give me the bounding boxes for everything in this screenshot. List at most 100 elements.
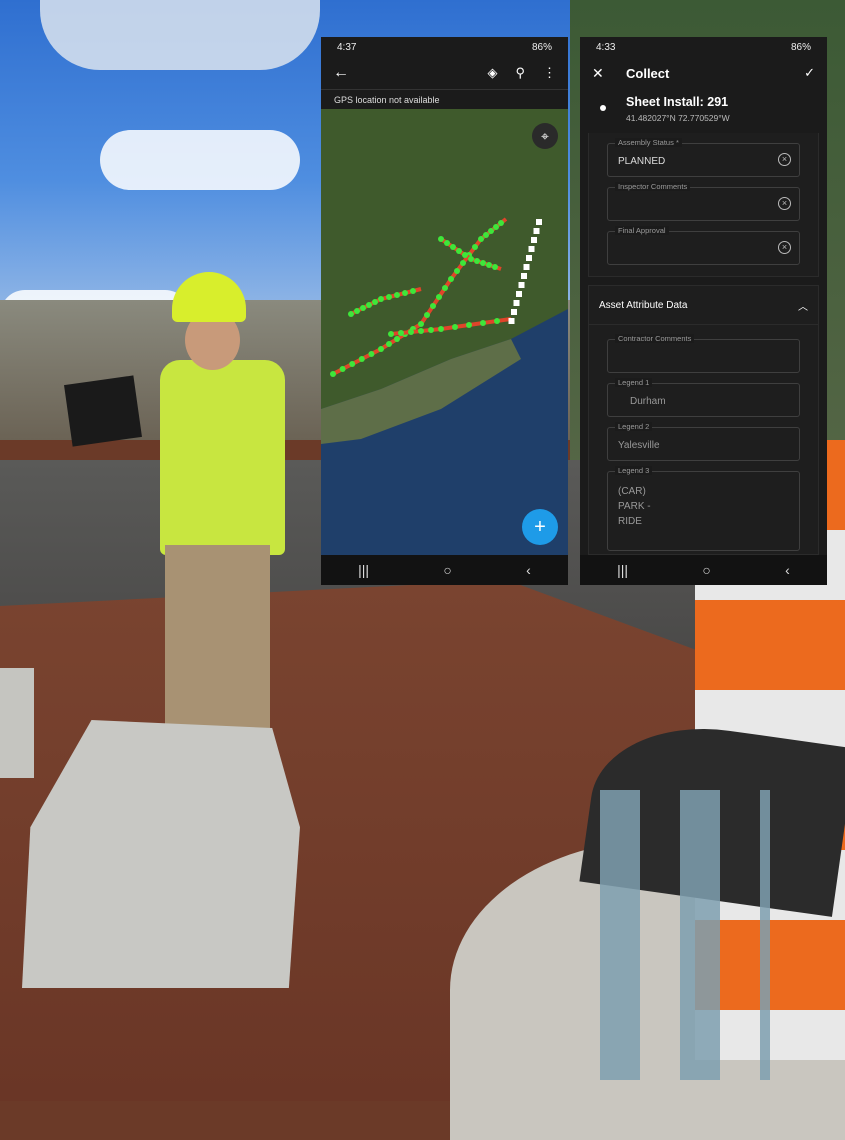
asset-point[interactable] [386,294,392,300]
clear-icon[interactable]: × [778,197,791,210]
bolts [580,790,770,1080]
asset-point-unmapped[interactable] [533,228,540,234]
final-approval-field[interactable]: Final Approval × [607,226,800,265]
asset-point[interactable] [394,292,400,298]
asset-point[interactable] [472,244,478,250]
assembly-status-field[interactable]: Assembly Status * PLANNED × [607,138,800,177]
feature-title: Sheet Install: 291 [626,95,729,109]
status-time: 4:37 [337,41,357,53]
asset-point[interactable] [438,236,444,242]
asset-point[interactable] [450,244,456,250]
clear-icon[interactable]: × [778,153,791,166]
legend-3-field[interactable]: Legend 3 (CAR) PARK - RIDE [607,466,800,551]
recents-button[interactable]: ||| [617,562,628,578]
asset-point[interactable] [402,290,408,296]
map-view[interactable]: ⌖ + [321,109,568,555]
asset-point[interactable] [480,260,486,266]
asset-point[interactable] [410,288,416,294]
inspector-comments-field[interactable]: Inspector Comments × [607,182,800,221]
back-button[interactable]: ‹ [526,562,531,578]
asset-point[interactable] [349,361,356,367]
asset-point[interactable] [488,228,494,234]
asset-point[interactable] [436,294,442,300]
asset-point-unmapped[interactable] [516,291,522,297]
back-arrow-icon[interactable]: ← [333,64,349,82]
asset-point-unmapped[interactable] [518,282,525,288]
check-icon[interactable]: ✓ [804,65,815,81]
asset-point[interactable] [468,256,474,262]
asset-point[interactable] [454,268,460,274]
asset-point[interactable] [430,303,436,309]
add-button[interactable]: + [522,509,558,545]
tablet [64,375,142,447]
asset-point[interactable] [378,296,384,302]
home-button[interactable]: ○ [443,562,451,578]
recents-button[interactable]: ||| [358,562,369,578]
status-time: 4:33 [596,41,616,53]
satellite-map [321,109,568,555]
asset-point[interactable] [492,264,498,270]
asset-point[interactable] [460,260,466,266]
asset-point[interactable] [486,262,492,268]
asset-point-unmapped[interactable] [511,309,517,315]
search-icon[interactable]: ⚲ [515,65,525,81]
asset-point[interactable] [339,366,346,372]
asset-point[interactable] [444,240,450,246]
legend-1-field[interactable]: Legend 1 Durham [607,378,800,417]
asset-point[interactable] [348,311,354,317]
asset-point[interactable] [478,236,484,242]
asset-point[interactable] [418,321,424,327]
more-vert-icon[interactable]: ⋮ [543,65,556,81]
asset-point[interactable] [394,336,400,342]
asset-point-unmapped[interactable] [536,219,542,225]
asset-point[interactable] [498,220,504,226]
asset-point[interactable] [408,329,414,335]
asset-point-unmapped[interactable] [523,264,530,270]
asset-point[interactable] [360,305,366,311]
asset-point-unmapped[interactable] [528,246,535,252]
asset-point[interactable] [448,276,454,282]
contractor-comments-field[interactable]: Contractor Comments [607,334,800,373]
asset-point[interactable] [480,320,486,326]
asset-point-unmapped[interactable] [508,318,515,324]
asset-point[interactable] [494,318,500,324]
person-legs [165,545,270,730]
asset-point[interactable] [438,326,444,332]
asset-point[interactable] [493,224,499,230]
asset-point[interactable] [372,299,378,305]
asset-point[interactable] [452,324,458,330]
asset-point-unmapped[interactable] [531,237,537,243]
asset-point[interactable] [388,331,394,337]
asset-point[interactable] [474,258,480,264]
asset-point[interactable] [378,346,384,352]
asset-point-unmapped[interactable] [513,300,520,306]
legend-2-field[interactable]: Legend 2 Yalesville [607,422,800,461]
page-title: Collect [626,65,670,81]
back-button[interactable]: ‹ [785,562,790,578]
asset-point[interactable] [368,351,375,357]
asset-point-unmapped[interactable] [526,255,532,261]
asset-point[interactable] [398,330,404,336]
asset-point[interactable] [386,341,392,347]
asset-point[interactable] [424,312,430,318]
asset-point-unmapped[interactable] [521,273,527,279]
asset-point[interactable] [418,328,424,334]
clear-icon[interactable]: × [778,241,791,254]
asset-point[interactable] [466,322,472,328]
asset-point[interactable] [462,252,468,258]
close-icon[interactable]: ✕ [592,65,626,82]
asset-point[interactable] [358,356,365,362]
locate-icon[interactable]: ⌖ [532,123,558,149]
chevron-up-icon[interactable]: ︿ [798,298,808,313]
clouds [40,0,320,70]
asset-point[interactable] [456,248,462,254]
asset-point[interactable] [354,308,360,314]
asset-point[interactable] [442,285,448,291]
asset-attribute-header[interactable]: Asset Attribute Data ︿ [588,285,819,325]
asset-point[interactable] [330,371,336,377]
home-button[interactable]: ○ [702,562,710,578]
asset-point[interactable] [483,232,489,238]
layers-icon[interactable]: ◈ [487,65,497,81]
asset-point[interactable] [428,327,434,333]
asset-point[interactable] [366,302,372,308]
